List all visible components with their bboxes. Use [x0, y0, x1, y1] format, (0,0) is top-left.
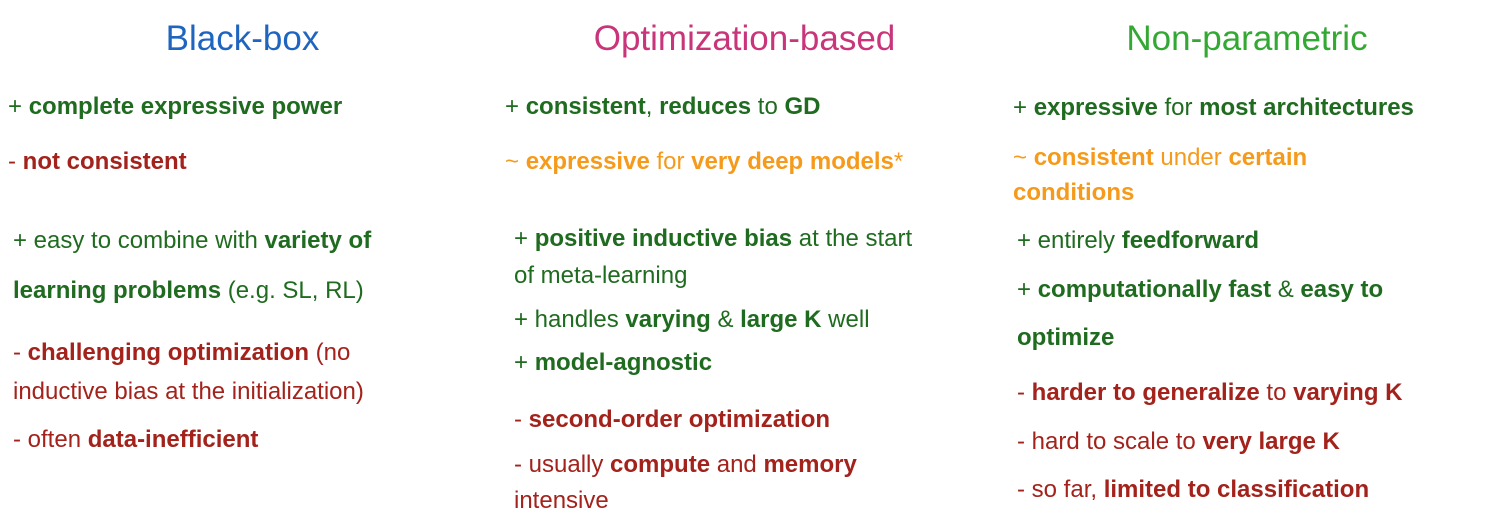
- text-segment: expressive: [1033, 94, 1158, 121]
- text-segment: varying: [625, 306, 711, 333]
- list-item: ~ consistent under certain: [1013, 140, 1307, 175]
- text-segment: conditions: [1013, 179, 1135, 206]
- list-item: intensive: [514, 483, 609, 518]
- text-segment: &: [710, 306, 741, 333]
- text-segment: expressive: [525, 148, 650, 175]
- list-item: + computationally fast & easy to: [1017, 272, 1383, 307]
- text-segment: +: [505, 93, 526, 120]
- text-segment: + handles: [514, 306, 626, 333]
- list-item: + easy to combine with variety of: [13, 223, 371, 258]
- list-item: of meta-learning: [514, 258, 687, 293]
- text-segment: varying K: [1293, 379, 1403, 406]
- text-segment: harder to generalize: [1031, 379, 1260, 406]
- text-segment: +: [514, 225, 535, 252]
- text-segment: variety of: [264, 227, 372, 254]
- text-segment: compute: [610, 451, 711, 478]
- list-item: - harder to generalize to varying K: [1017, 375, 1402, 410]
- list-item: + expressive for most architectures: [1013, 90, 1414, 125]
- text-segment: and: [710, 451, 764, 478]
- list-item: - challenging optimization (no: [13, 335, 350, 370]
- list-item: - not consistent: [8, 144, 187, 179]
- text-segment: (no: [309, 339, 351, 366]
- column-title: Black-box: [165, 19, 320, 58]
- text-segment: ,: [645, 93, 660, 120]
- column-non-parametric: Non-parametric + expressive for most arc…: [1005, 0, 1489, 525]
- text-segment: optimize: [1017, 324, 1115, 351]
- list-item: conditions: [1013, 175, 1134, 210]
- text-segment: + entirely: [1017, 227, 1122, 254]
- text-segment: to: [1259, 379, 1294, 406]
- text-segment: second-order optimization: [528, 406, 831, 433]
- text-segment: certain: [1228, 144, 1308, 171]
- text-segment: positive inductive bias: [534, 225, 793, 252]
- text-segment: -: [8, 148, 23, 175]
- text-segment: feedforward: [1121, 227, 1260, 254]
- list-item: - hard to scale to very large K: [1017, 424, 1340, 459]
- list-item: learning problems (e.g. SL, RL): [13, 273, 364, 308]
- list-item: - second-order optimization: [514, 402, 830, 437]
- text-segment: +: [1017, 276, 1038, 303]
- text-segment: - hard to scale to: [1017, 428, 1203, 455]
- text-segment: most architectures: [1199, 94, 1414, 121]
- text-segment: consistent: [525, 93, 646, 120]
- list-item: ~ expressive for very deep models*: [505, 144, 903, 179]
- list-item: - usually compute and memory: [514, 447, 857, 482]
- text-segment: +: [8, 93, 29, 120]
- text-segment: + easy to combine with: [13, 227, 265, 254]
- text-segment: for: [1157, 94, 1200, 121]
- list-item: inductive bias at the initialization): [13, 374, 364, 409]
- text-segment: memory: [763, 451, 857, 478]
- text-segment: model-agnostic: [534, 349, 713, 376]
- text-segment: learning problems: [13, 277, 222, 304]
- text-segment: -: [1017, 379, 1032, 406]
- list-item: + model-agnostic: [514, 345, 712, 380]
- text-segment: intensive: [514, 487, 609, 514]
- list-item: - so far, limited to classification: [1017, 472, 1369, 507]
- text-segment: +: [514, 349, 535, 376]
- text-segment: challenging optimization: [27, 339, 310, 366]
- text-segment: consistent: [1033, 144, 1154, 171]
- text-segment: - often: [13, 426, 88, 453]
- text-segment: &: [1271, 276, 1301, 303]
- list-item: + complete expressive power: [8, 89, 342, 124]
- text-segment: of meta-learning: [514, 262, 688, 289]
- text-segment: - usually: [514, 451, 611, 478]
- text-segment: computationally fast: [1037, 276, 1272, 303]
- list-item: + handles varying & large K well: [514, 302, 870, 337]
- list-item: + positive inductive bias at the start: [514, 221, 912, 256]
- text-segment: very deep models: [691, 148, 894, 175]
- text-segment: -: [13, 339, 28, 366]
- column-black-box: Black-box + complete expressive power - …: [0, 0, 485, 525]
- text-segment: data-inefficient: [87, 426, 259, 453]
- text-segment: under: [1153, 144, 1229, 171]
- list-item: + consistent, reduces to GD: [505, 89, 820, 124]
- text-segment: for: [649, 148, 692, 175]
- text-segment: easy to: [1300, 276, 1384, 303]
- column-title: Non-parametric: [1126, 19, 1368, 58]
- text-segment: - so far,: [1017, 476, 1104, 503]
- column-title: Optimization-based: [593, 19, 896, 58]
- text-segment: -: [514, 406, 529, 433]
- text-segment: to: [751, 93, 785, 120]
- text-segment: +: [1013, 94, 1034, 121]
- text-segment: large K: [740, 306, 822, 333]
- text-segment: limited to classification: [1103, 476, 1370, 503]
- text-segment: reduces: [659, 93, 752, 120]
- list-item: + entirely feedforward: [1017, 223, 1259, 258]
- text-segment: GD: [784, 93, 821, 120]
- text-segment: ~: [1013, 144, 1034, 171]
- text-segment: inductive bias at the initialization): [13, 378, 364, 405]
- text-segment: (e.g. SL, RL): [221, 277, 364, 304]
- column-optimization-based: Optimization-based + consistent, reduces…: [497, 0, 992, 525]
- list-item: optimize: [1017, 320, 1114, 355]
- text-segment: at the start: [792, 225, 913, 252]
- text-segment: very large K: [1202, 428, 1340, 455]
- text-segment: *: [893, 148, 904, 175]
- text-segment: ~: [505, 148, 526, 175]
- text-segment: complete expressive power: [28, 93, 343, 120]
- text-segment: not consistent: [22, 148, 187, 175]
- list-item: - often data-inefficient: [13, 422, 258, 457]
- text-segment: well: [821, 306, 870, 333]
